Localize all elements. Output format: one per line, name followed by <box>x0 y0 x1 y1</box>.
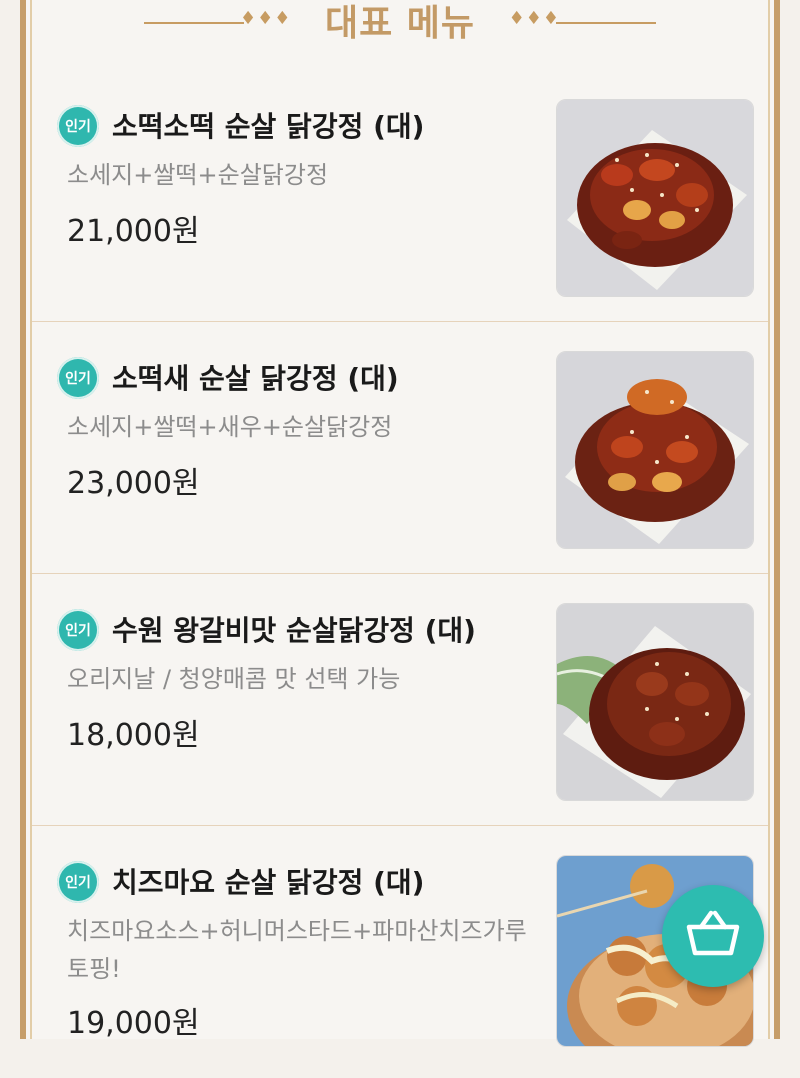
menu-item[interactable]: 인기 치즈마요 순살 닭강정 (대) 치즈마요소스+허니머스타드+파마산치즈가루… <box>32 826 768 1078</box>
menu-item[interactable]: 인기 소떡소떡 순살 닭강정 (대) 소세지+쌀떡+순살닭강정 21,000원 <box>32 70 768 322</box>
menu-item-description: 소세지+쌀떡+순살닭강정 <box>67 161 329 189</box>
menu-item-price: 23,000원 <box>67 466 200 501</box>
popular-badge: 인기 <box>57 105 99 147</box>
menu-item[interactable]: 인기 수원 왕갈비맛 순살닭강정 (대) 오리지날 / 청양매콤 맛 선택 가능… <box>32 574 768 826</box>
popular-badge: 인기 <box>57 609 99 651</box>
header-ornament-right: ♦♦♦ <box>508 8 560 29</box>
menu-item-image[interactable] <box>556 99 754 297</box>
menu-item-name: 소떡소떡 순살 닭강정 (대) <box>112 110 425 143</box>
basket-icon <box>685 909 741 963</box>
menu-item-image[interactable] <box>556 603 754 801</box>
header-line-right <box>556 22 656 24</box>
cart-button[interactable] <box>662 885 764 987</box>
section-header: ♦♦♦ 대표 메뉴 ♦♦♦ <box>26 0 774 60</box>
popular-badge: 인기 <box>57 357 99 399</box>
menu-item-description: 소세지+쌀떡+새우+순살닭강정 <box>67 413 393 441</box>
menu-item-price: 19,000원 <box>67 1006 200 1041</box>
menu-frame: ♦♦♦ 대표 메뉴 ♦♦♦ 인기 소떡소떡 순살 닭강정 (대) 소세지+쌀떡+… <box>20 0 780 1047</box>
menu-item-price: 18,000원 <box>67 718 200 753</box>
section-title: 대표 메뉴 <box>324 3 475 44</box>
menu-item-description: 오리지날 / 청양매콤 맛 선택 가능 <box>67 665 401 693</box>
menu-item-name: 소떡새 순살 닭강정 (대) <box>112 362 399 395</box>
menu-item[interactable]: 인기 소떡새 순살 닭강정 (대) 소세지+쌀떡+새우+순살닭강정 23,000… <box>32 322 768 574</box>
menu-item-description: 치즈마요소스+허니머스타드+파마산치즈가루 토핑! <box>67 917 527 983</box>
menu-item-image[interactable] <box>556 351 754 549</box>
menu-item-price: 21,000원 <box>67 214 200 249</box>
menu-item-name: 수원 왕갈비맛 순살닭강정 (대) <box>112 614 476 647</box>
menu-item-name: 치즈마요 순살 닭강정 (대) <box>112 866 425 899</box>
popular-badge: 인기 <box>57 861 99 903</box>
